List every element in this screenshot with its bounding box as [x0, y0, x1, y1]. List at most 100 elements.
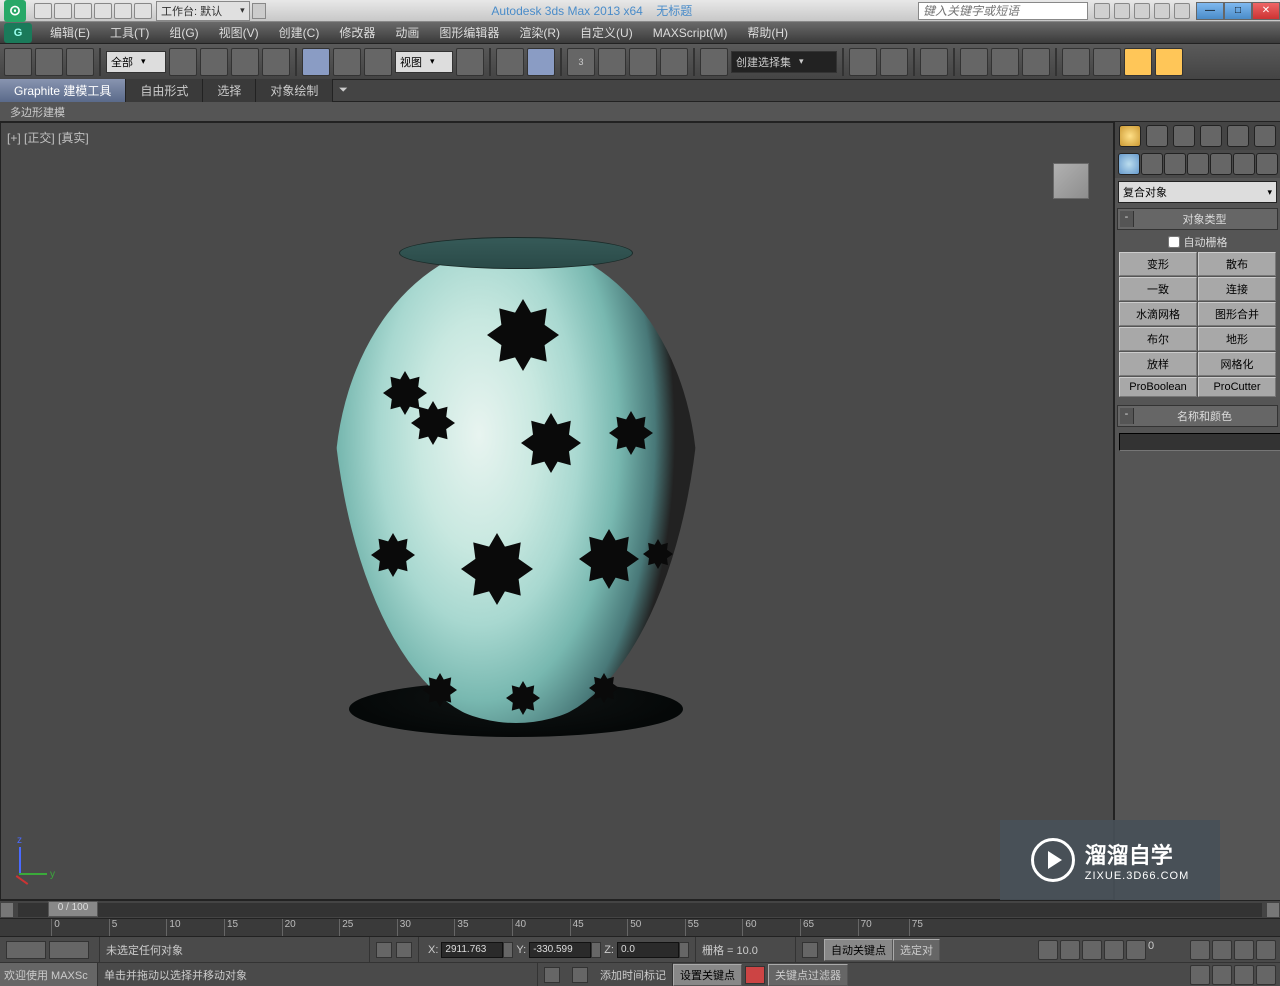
btn-loft[interactable]: 放样	[1119, 352, 1197, 376]
object-name-input[interactable]	[1119, 433, 1280, 451]
menu-customize[interactable]: 自定义(U)	[570, 24, 643, 41]
menu-tools[interactable]: 工具(T)	[100, 24, 159, 41]
select-rect-icon[interactable]	[231, 48, 259, 76]
favorites-icon[interactable]	[1154, 3, 1170, 19]
menu-render[interactable]: 渲染(R)	[509, 24, 570, 41]
time-next-icon[interactable]	[1266, 902, 1280, 918]
goto-end-icon[interactable]	[1126, 940, 1146, 960]
workspace-selector[interactable]: 工作台: 默认	[156, 1, 250, 21]
unlink-icon[interactable]	[35, 48, 63, 76]
menu-maxscript[interactable]: MAXScript(M)	[643, 26, 738, 40]
add-time-tag[interactable]: 添加时间标记	[594, 963, 673, 986]
display-tab-icon[interactable]	[1227, 125, 1249, 147]
link-icon[interactable]	[4, 48, 32, 76]
btn-boolean[interactable]: 布尔	[1119, 327, 1197, 351]
rollout-name-color[interactable]: -名称和颜色	[1117, 405, 1278, 427]
menu-animation[interactable]: 动画	[385, 24, 429, 41]
cameras-icon[interactable]	[1187, 153, 1209, 175]
current-frame-input[interactable]: 0	[1148, 940, 1188, 960]
viewport-label[interactable]: [+] [正交] [真实]	[7, 129, 89, 146]
time-slider[interactable]: 0 / 100	[0, 900, 1280, 918]
time-ruler[interactable]: 0 5 10 15 20 25 30 35 40 45 50 55 60 65 …	[0, 918, 1280, 936]
time-prev-icon[interactable]	[0, 902, 14, 918]
btn-blobmesh[interactable]: 水滴网格	[1119, 302, 1197, 326]
create-tab-icon[interactable]	[1119, 125, 1141, 147]
minimize-button[interactable]: —	[1196, 2, 1224, 20]
ref-coord-system[interactable]: 视图	[395, 51, 453, 73]
zoom-all-icon[interactable]	[1212, 940, 1232, 960]
zoom-icon[interactable]	[1190, 940, 1210, 960]
tab-freeform[interactable]: 自由形式	[126, 79, 203, 102]
set-key-button[interactable]: 设置关键点	[673, 964, 742, 986]
geometry-icon[interactable]	[1118, 153, 1140, 175]
render-setup-icon[interactable]	[1062, 48, 1090, 76]
infocenter-search-icon[interactable]	[1094, 3, 1110, 19]
isolate-icon[interactable]	[544, 967, 560, 983]
align-icon[interactable]	[880, 48, 908, 76]
goto-start-icon[interactable]	[1038, 940, 1058, 960]
listener-icon[interactable]	[49, 941, 89, 959]
menu-grapheditors[interactable]: 图形编辑器	[429, 24, 509, 41]
viewcube[interactable]	[1053, 163, 1089, 199]
manipulate-icon[interactable]	[496, 48, 524, 76]
workspace-dropdown-icon[interactable]	[252, 3, 266, 19]
btn-procutter[interactable]: ProCutter	[1198, 377, 1276, 397]
search-input[interactable]	[918, 2, 1088, 20]
pan-icon[interactable]	[1212, 965, 1232, 985]
app-menu-icon[interactable]: G	[4, 23, 32, 43]
menu-group[interactable]: 组(G)	[159, 24, 208, 41]
tab-objectpaint[interactable]: 对象绘制	[256, 79, 333, 102]
btn-proboolean[interactable]: ProBoolean	[1119, 377, 1197, 397]
next-frame-icon[interactable]	[1104, 940, 1124, 960]
x-spinner[interactable]	[503, 942, 513, 958]
viewport[interactable]: [+] [正交] [真实]	[0, 122, 1114, 900]
qat-open-icon[interactable]	[54, 3, 72, 19]
helpers-icon[interactable]	[1210, 153, 1232, 175]
layers-icon[interactable]	[920, 48, 948, 76]
rotate-icon[interactable]	[333, 48, 361, 76]
render-iterate-icon[interactable]	[1155, 48, 1183, 76]
ribbon-expand-icon[interactable]: ⏷	[333, 84, 353, 97]
select-name-icon[interactable]	[200, 48, 228, 76]
btn-morph[interactable]: 变形	[1119, 252, 1197, 276]
btn-connect[interactable]: 连接	[1198, 277, 1276, 301]
window-crossing-icon[interactable]	[262, 48, 290, 76]
orbit-icon[interactable]	[1234, 965, 1254, 985]
zoom-extents-icon[interactable]	[1234, 940, 1254, 960]
render-production-icon[interactable]	[1124, 48, 1152, 76]
absolute-transform-icon[interactable]	[396, 942, 412, 958]
render-frame-icon[interactable]	[1093, 48, 1121, 76]
close-button[interactable]: ✕	[1252, 2, 1280, 20]
menu-create[interactable]: 创建(C)	[269, 24, 330, 41]
tab-graphite[interactable]: Graphite 建模工具	[0, 79, 126, 102]
curve-editor-icon[interactable]	[960, 48, 988, 76]
auto-grid-checkbox[interactable]	[1168, 236, 1180, 248]
tab-selection[interactable]: 选择	[203, 79, 256, 102]
auto-key-button[interactable]: 自动关键点	[824, 939, 893, 961]
bind-spacewarp-icon[interactable]	[66, 48, 94, 76]
modify-tab-icon[interactable]	[1146, 125, 1168, 147]
time-slider-thumb[interactable]: 0 / 100	[48, 901, 98, 917]
ribbon-panel-polymodel[interactable]: 多边形建模	[0, 102, 1280, 122]
sel-target-button[interactable]: 选定对	[893, 939, 940, 961]
menu-view[interactable]: 视图(V)	[209, 24, 269, 41]
z-spinner[interactable]	[679, 942, 689, 958]
btn-terrain[interactable]: 地形	[1198, 327, 1276, 351]
help-icon[interactable]	[1174, 3, 1190, 19]
y-coord-input[interactable]: -330.599	[529, 942, 591, 958]
subscription-icon[interactable]	[1114, 3, 1130, 19]
selection-filter[interactable]: 全部	[106, 51, 166, 73]
y-spinner[interactable]	[591, 942, 601, 958]
select-object-icon[interactable]	[169, 48, 197, 76]
qat-redo-icon[interactable]	[114, 3, 132, 19]
maxscript-mini-icon[interactable]	[6, 941, 46, 959]
x-coord-input[interactable]: 2911.763	[441, 942, 503, 958]
percent-snap-icon[interactable]	[629, 48, 657, 76]
pivot-center-icon[interactable]	[456, 48, 484, 76]
spinner-snap-icon[interactable]	[660, 48, 688, 76]
schematic-view-icon[interactable]	[991, 48, 1019, 76]
spacewarps-icon[interactable]	[1233, 153, 1255, 175]
btn-shapemerge[interactable]: 图形合并	[1198, 302, 1276, 326]
fov-icon[interactable]	[1256, 940, 1276, 960]
key-mode-icon[interactable]	[802, 942, 818, 958]
